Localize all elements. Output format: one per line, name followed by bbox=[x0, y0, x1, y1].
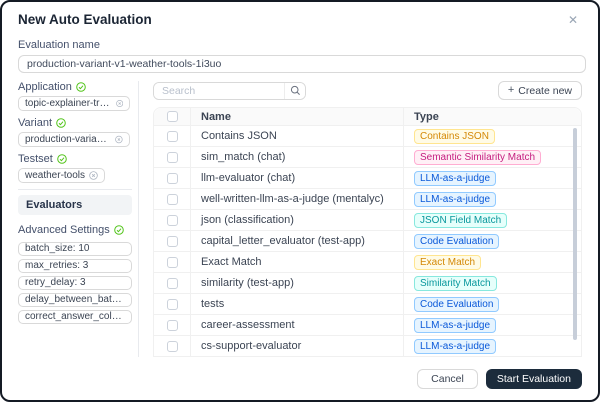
check-circle-icon bbox=[76, 82, 86, 92]
evaluator-type-badge: Contains JSON bbox=[414, 129, 495, 144]
sidebar-group: Testset weather-tools bbox=[18, 153, 132, 183]
evaluator-name: similarity (test-app) bbox=[191, 273, 404, 293]
search-field[interactable] bbox=[154, 83, 284, 99]
column-header-type: Type bbox=[404, 108, 581, 125]
create-new-button[interactable]: + Create new bbox=[498, 81, 582, 100]
row-checkbox[interactable] bbox=[167, 257, 178, 268]
row-checkbox[interactable] bbox=[167, 236, 178, 247]
evaluation-name-label: Evaluation name bbox=[18, 39, 582, 51]
evaluator-type-badge: Code Evaluation bbox=[414, 234, 499, 249]
evaluator-name: Contains JSON bbox=[191, 126, 404, 146]
table-row[interactable]: tests Code Evaluation bbox=[154, 294, 581, 315]
table-row[interactable]: well-written-llm-as-a-judge (mentalyc) L… bbox=[154, 189, 581, 210]
tag-close-icon[interactable] bbox=[116, 99, 123, 108]
evaluator-name: Exact Match bbox=[191, 252, 404, 272]
plus-icon: + bbox=[508, 85, 514, 96]
advanced-setting-pill: batch_size: 10 bbox=[18, 242, 132, 256]
check-circle-icon bbox=[56, 118, 66, 128]
sidebar-item-evaluators[interactable]: Evaluators bbox=[18, 195, 132, 215]
close-icon[interactable]: ✕ bbox=[566, 12, 580, 28]
page-title: New Auto Evaluation bbox=[18, 12, 152, 27]
evaluator-name: well-written-llm-as-a-judge (mentalyc) bbox=[191, 189, 404, 209]
toolbar: + Create new bbox=[153, 81, 582, 100]
selection-tag-label: weather-tools bbox=[25, 170, 85, 181]
table-row[interactable]: Contains JSON Contains JSON bbox=[154, 126, 581, 147]
configuration-sidebar: Application topic-explainer-tracedss bbox=[18, 81, 139, 357]
create-new-label: Create new bbox=[518, 85, 572, 97]
row-checkbox[interactable] bbox=[167, 152, 178, 163]
table-row[interactable]: sim_match (chat) Semantic Similarity Mat… bbox=[154, 147, 581, 168]
selection-tag-label: topic-explainer-tracedss bbox=[25, 98, 112, 109]
modal-header: New Auto Evaluation ✕ bbox=[2, 2, 598, 28]
column-header-name: Name bbox=[191, 108, 404, 125]
start-evaluation-button[interactable]: Start Evaluation bbox=[486, 369, 582, 389]
sidebar-divider bbox=[18, 189, 132, 190]
new-auto-evaluation-modal: New Auto Evaluation ✕ Evaluation name Ap… bbox=[0, 0, 600, 402]
selection-tag[interactable]: production-variant - v1 bbox=[18, 132, 130, 147]
table-row[interactable]: Exact Match Exact Match bbox=[154, 252, 581, 273]
sidebar-group: Application topic-explainer-tracedss bbox=[18, 81, 132, 111]
sidebar-group-label: Variant bbox=[18, 117, 52, 129]
select-all-checkbox[interactable] bbox=[167, 111, 178, 122]
row-checkbox[interactable] bbox=[167, 131, 178, 142]
evaluator-name: json (classification) bbox=[191, 210, 404, 230]
evaluator-name: llm-evaluator (chat) bbox=[191, 168, 404, 188]
table-row[interactable]: similarity (test-app) Similarity Match bbox=[154, 273, 581, 294]
sidebar-group: Variant production-variant - v1 bbox=[18, 117, 132, 147]
evaluators-table: Name Type Contains JSON Contains JSON bbox=[153, 107, 582, 357]
evaluator-name: sim_match (chat) bbox=[191, 147, 404, 167]
evaluator-type-badge: JSON Field Match bbox=[414, 213, 507, 228]
evaluator-type-badge: LLM-as-a-judge bbox=[414, 339, 496, 354]
row-checkbox[interactable] bbox=[167, 320, 178, 331]
advanced-setting-pill: retry_delay: 3 bbox=[18, 276, 132, 290]
table-row[interactable]: career-assessment LLM-as-a-judge bbox=[154, 315, 581, 336]
evaluator-type-badge: LLM-as-a-judge bbox=[414, 318, 496, 333]
table-header-row: Name Type bbox=[154, 108, 581, 126]
evaluator-picker: + Create new Name Type bbox=[139, 81, 582, 357]
table-row[interactable]: llm-evaluator (chat) LLM-as-a-judge bbox=[154, 168, 581, 189]
evaluator-name: cs-support-evaluator bbox=[191, 336, 404, 356]
selection-tag-label: production-variant - v1 bbox=[25, 134, 111, 145]
evaluator-type-badge: Code Evaluation bbox=[414, 297, 499, 312]
modal-body: Application topic-explainer-tracedss bbox=[18, 81, 582, 357]
tag-close-icon[interactable] bbox=[89, 171, 98, 180]
cancel-button[interactable]: Cancel bbox=[417, 369, 478, 389]
evaluator-type-badge: Similarity Match bbox=[414, 276, 497, 291]
evaluator-type-badge: LLM-as-a-judge bbox=[414, 192, 496, 207]
sidebar-group-label: Application bbox=[18, 81, 72, 93]
row-checkbox[interactable] bbox=[167, 173, 178, 184]
check-circle-icon bbox=[114, 225, 124, 235]
search-icon[interactable] bbox=[284, 83, 305, 99]
advanced-setting-pill: max_retries: 3 bbox=[18, 259, 132, 273]
tag-close-icon[interactable] bbox=[115, 135, 123, 144]
evaluator-type-badge: Semantic Similarity Match bbox=[414, 150, 541, 165]
evaluator-name: career-assessment bbox=[191, 315, 404, 335]
evaluator-name: tests bbox=[191, 294, 404, 314]
advanced-settings-label: Advanced Settings bbox=[18, 224, 110, 236]
row-checkbox[interactable] bbox=[167, 215, 178, 226]
selection-tag[interactable]: weather-tools bbox=[18, 168, 105, 183]
check-circle-icon bbox=[57, 154, 67, 164]
row-checkbox[interactable] bbox=[167, 194, 178, 205]
search-input[interactable] bbox=[153, 82, 306, 100]
evaluation-name-input[interactable] bbox=[18, 55, 586, 73]
advanced-setting-pill: delay_between_batches: 5 bbox=[18, 293, 132, 307]
evaluator-name: capital_letter_evaluator (test-app) bbox=[191, 231, 404, 251]
selection-tag[interactable]: topic-explainer-tracedss bbox=[18, 96, 130, 111]
row-checkbox[interactable] bbox=[167, 341, 178, 352]
table-scrollbar[interactable] bbox=[573, 128, 577, 340]
sidebar-group-label: Testset bbox=[18, 153, 53, 165]
table-row[interactable]: json (classification) JSON Field Match bbox=[154, 210, 581, 231]
row-checkbox[interactable] bbox=[167, 299, 178, 310]
table-row[interactable]: cs-support-evaluator LLM-as-a-judge bbox=[154, 336, 581, 357]
evaluator-type-badge: LLM-as-a-judge bbox=[414, 171, 496, 186]
modal-footer: Cancel Start Evaluation bbox=[417, 369, 582, 389]
advanced-setting-pill: correct_answer_column: corre... bbox=[18, 310, 132, 324]
table-row[interactable]: capital_letter_evaluator (test-app) Code… bbox=[154, 231, 581, 252]
evaluator-type-badge: Exact Match bbox=[414, 255, 481, 270]
row-checkbox[interactable] bbox=[167, 278, 178, 289]
